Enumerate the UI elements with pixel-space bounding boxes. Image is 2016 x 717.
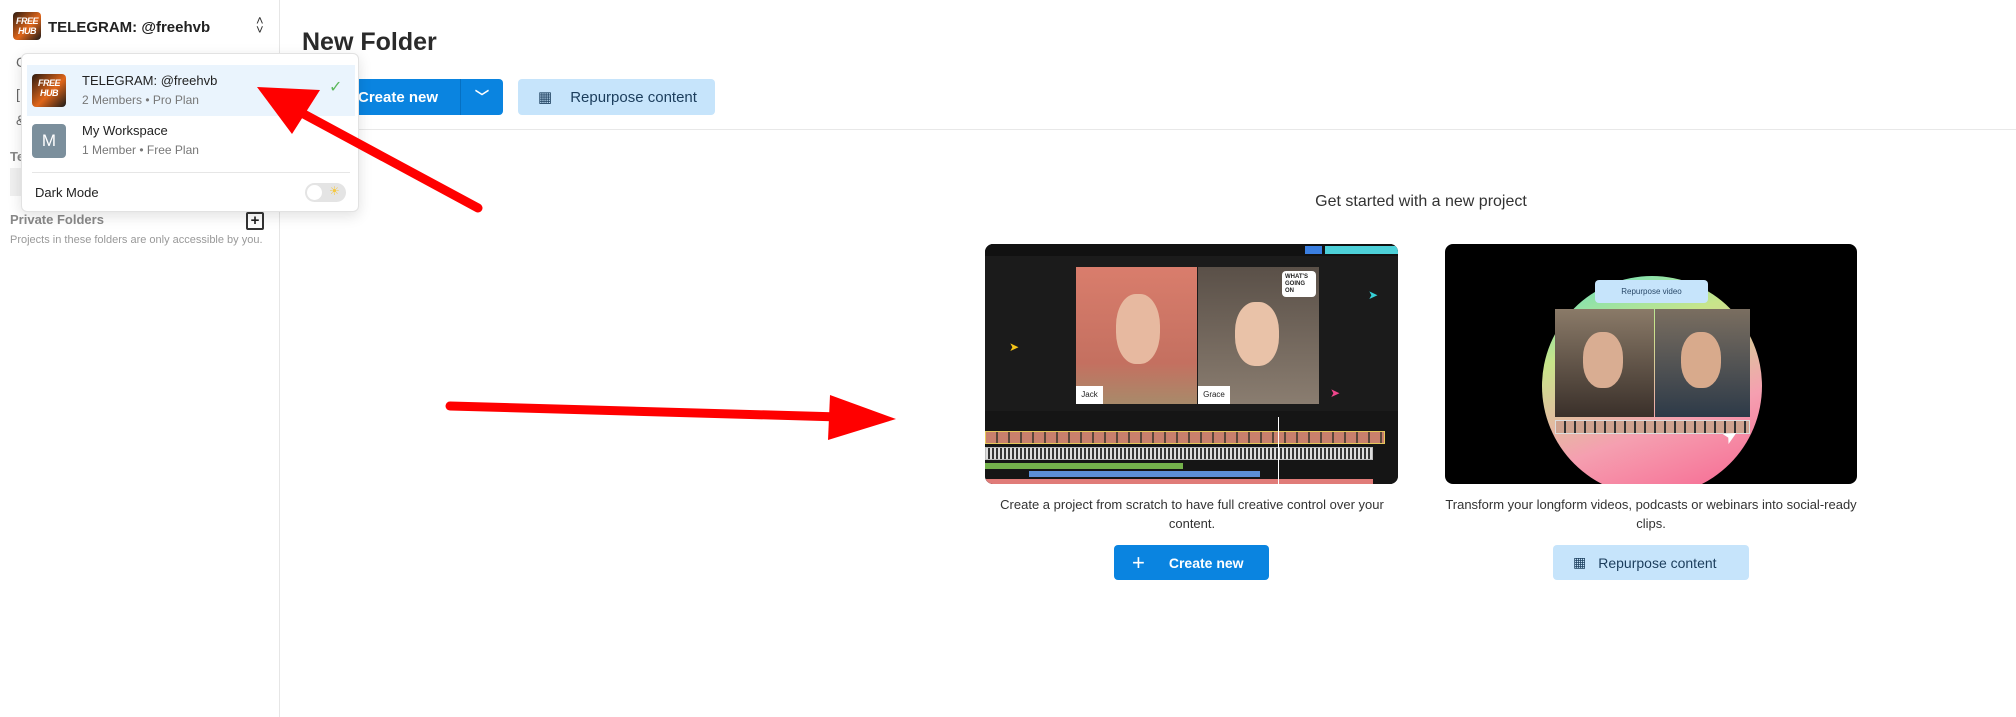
- annotation-arrows: [257, 87, 896, 440]
- red-arrow-head: [828, 395, 896, 440]
- red-arrow-head: [257, 87, 320, 134]
- red-arrow-shaft: [445, 401, 845, 422]
- red-arrow-shaft: [295, 107, 483, 213]
